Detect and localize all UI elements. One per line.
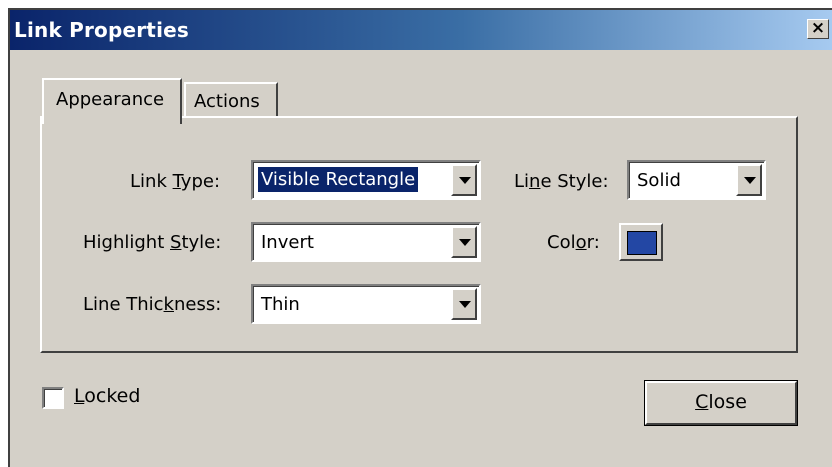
label-text: tyle: [181, 232, 222, 253]
chevron-down-icon[interactable] [736, 164, 762, 196]
label-mnemonic: T [172, 171, 181, 192]
tab-appearance[interactable]: Appearance [42, 78, 182, 124]
label-text: Line Thic [83, 294, 164, 315]
label-text: e Style: [540, 171, 609, 192]
line-style-select[interactable]: Solid [627, 160, 766, 200]
label-text: ype: [180, 171, 221, 192]
line-style-value: Solid [637, 170, 681, 191]
label-text: Link [130, 171, 173, 192]
label-text: ocked [84, 385, 141, 407]
link-type-label: Link Type: [130, 171, 220, 192]
locked-label[interactable]: Locked [74, 385, 140, 407]
line-thickness-select[interactable]: Thin [251, 284, 481, 324]
highlight-style-select[interactable]: Invert [251, 222, 481, 262]
label-mnemonic: n [529, 171, 541, 192]
close-button[interactable]: Close [644, 380, 798, 426]
label-mnemonic: S [170, 232, 182, 253]
tab-actions[interactable]: Actions [184, 82, 278, 118]
color-picker-button[interactable] [619, 223, 663, 261]
label-text: r: [586, 232, 600, 253]
color-swatch [627, 231, 657, 255]
label-text: Col [547, 232, 576, 253]
label-text: Highlight [83, 232, 170, 253]
line-style-label: Line Style: [514, 171, 609, 192]
label-text: lose [708, 391, 747, 413]
label-mnemonic: L [74, 385, 85, 407]
color-label: Color: [547, 232, 600, 253]
chevron-down-icon[interactable] [451, 288, 477, 320]
link-type-value: Visible Rectangle [256, 166, 420, 193]
title-bar: Link Properties × [10, 10, 832, 50]
tab-actions-label: Actions [194, 91, 260, 112]
line-thickness-value: Thin [261, 294, 300, 315]
highlight-style-label: Highlight Style: [83, 232, 221, 253]
locked-checkbox[interactable] [42, 387, 64, 409]
chevron-down-icon[interactable] [451, 226, 477, 258]
chevron-down-icon[interactable] [451, 164, 477, 196]
label-text: Li [514, 171, 530, 192]
label-mnemonic: k [163, 294, 174, 315]
link-type-select[interactable]: Visible Rectangle [251, 160, 481, 200]
label-text: ness: [173, 294, 222, 315]
tab-appearance-label: Appearance [56, 89, 165, 110]
label-mnemonic: o [575, 232, 587, 253]
highlight-style-value: Invert [261, 232, 314, 253]
dialog-title: Link Properties [14, 18, 189, 42]
close-icon[interactable]: × [807, 19, 829, 39]
line-thickness-label: Line Thickness: [83, 294, 221, 315]
label-mnemonic: C [695, 391, 709, 413]
